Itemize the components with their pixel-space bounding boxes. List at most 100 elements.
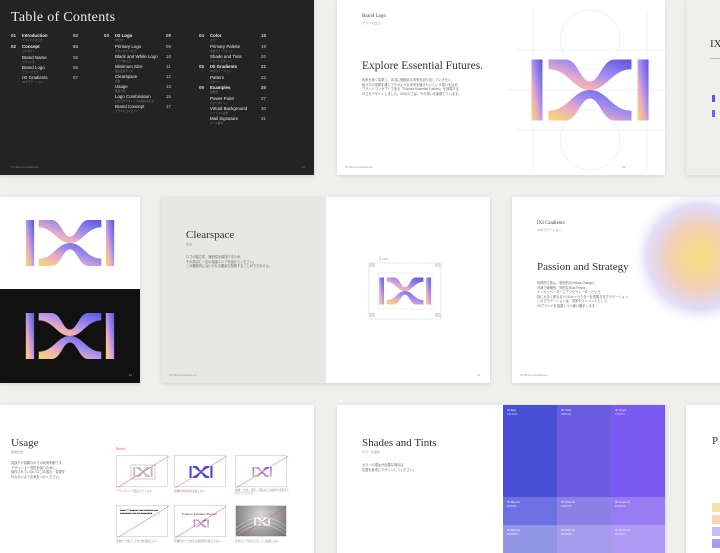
toc-entry-page: 21 [261, 64, 266, 69]
toc-entry[interactable]: 06 Examples 使用例 26 [199, 85, 269, 96]
toc-entry-sub: コンセプト [22, 49, 35, 53]
toc-entry[interactable]: Primary Palette 主要カラーパレット 19 [199, 44, 269, 54]
body-line: この範囲内にはいかなる要素も配置することができません。 [186, 264, 272, 269]
toc-entry[interactable]: Clearspace 余白 12 [104, 74, 178, 84]
logo-on-white [0, 197, 140, 289]
heading-sub: 余白 [186, 242, 193, 246]
usage-example-photo [235, 505, 287, 537]
toc-entry[interactable]: Logo Combination ロゴとグラフィックの組み合わせ 15 [104, 94, 178, 104]
toc-entry-page: 30 [261, 106, 266, 111]
heading-sub: 使用方法 [11, 450, 24, 454]
toc-entry[interactable]: Power Point パワーポイント 27 [199, 96, 269, 106]
body-text: 情熱的で熱心、現代的なYellow-Orangeと 冷静で戦略的、知的なBlue… [537, 281, 687, 309]
toc-entry-page: 22 [261, 75, 266, 80]
toc-entry-sub: ブランドの考え方 [22, 38, 43, 42]
usage-example-inline-text: ■■■■ IXI ■■■■■■ ■■■ ■■■■■■ ■■■ ■■■■■■■■ … [116, 505, 169, 538]
footer-left: IXI Brand Guidelines [11, 165, 39, 169]
toc-entry[interactable]: IXI Gradients IXIグラデーション 07 [11, 75, 81, 85]
partial-page-right-top: IXI [686, 0, 720, 175]
color-chip [712, 515, 720, 524]
toc-entry[interactable]: Black and White Logo モノクロロゴ 10 [104, 54, 178, 64]
toc-entry-number: 02 [11, 44, 16, 49]
body-line: ロゴをデザインしました。IXIのロゴは、その想いを象徴しています。 [362, 91, 462, 96]
caption: 画像内の上で文字の視認性を落とさない [174, 540, 221, 543]
toc-entry-sub: モノクロロゴ [115, 59, 131, 63]
swatch-code: #4A4FD8 [507, 413, 518, 416]
body-line: 行わないようお気をつけください。 [11, 474, 62, 479]
caption: アウトラインで囲んだりしない [116, 490, 153, 493]
page-heading: Shades and Tints [362, 437, 437, 449]
tint-violet-60: IXI Violet 60 #A69CEB [557, 497, 611, 525]
swatch-name: IXI Purple 60 [615, 501, 630, 504]
color-chip [712, 95, 715, 102]
toc-entry-sub: ロゴとグラフィックの組み合わせ [115, 99, 154, 103]
toc-entry-page: 04 [73, 44, 78, 49]
color-chip [712, 503, 720, 512]
brand-logo-page: Brand Logo ブランドロゴ Explore Essential Futu… [337, 0, 665, 175]
caption: 破損、分割、変形、回転などの操作や変形をしないでください [235, 489, 290, 496]
toc-entry-sub: バーチャル背景 [210, 111, 229, 115]
toc-entry[interactable]: Brand Concept ブランドコンセプト 17 [104, 104, 178, 114]
color-chip [712, 110, 715, 117]
toc-entry-sub: カラー [210, 38, 218, 42]
toc-entry[interactable]: Pattern パターン 22 [199, 75, 269, 85]
toc-entry-sub: メール署名 [210, 121, 223, 125]
body-text: カラーの濃淡が必要な場合は 右図を参考にデザインしてください。 [362, 463, 482, 472]
caption: 画像化や比率を変更しない [174, 490, 206, 493]
toc-entry[interactable]: 05 IXI Gradients IXIグラデーション 21 [199, 64, 269, 75]
swatch-code: #7A5AF0 [615, 413, 625, 416]
toc-entry-number: 03 [104, 33, 109, 38]
toc-entry[interactable]: Brand Name ブランド名 05 [11, 55, 81, 65]
page-heading: Explore Essential Futures. [362, 60, 484, 72]
footer-left: IXI Brand Guidelines [169, 373, 197, 377]
usage-page: Usage 使用方法 見誤りや誤解なのでの利用判断です。 デザイン上一貫性を保つ… [0, 405, 314, 553]
toc-page: Table of Contents 01 Introduction ブランドの考え方… [0, 0, 314, 175]
clearspace-diagram: 1/2X [368, 256, 442, 320]
toc-entry-sub: ブランド名 [22, 60, 35, 64]
toc-entry[interactable]: 03 IXI Logo IXIロゴ 08 [104, 33, 178, 44]
logo-construction-diagram [507, 10, 665, 170]
swatch-blue: IXI Blue #4A4FD8 [503, 405, 557, 497]
tint-blue-20: IXI Blue 20 #C9CBF4 [503, 525, 557, 553]
toc-entry[interactable]: Usage 使用方法 13 [104, 84, 178, 94]
page-heading: Clearspace [186, 229, 235, 241]
partial-page-right-bottom: P [686, 405, 720, 553]
toc-entry[interactable]: 01 Introduction ブランドの考え方 03 [11, 33, 81, 44]
toc-entry-page: 27 [261, 96, 266, 101]
toc-entry-sub: 使用方法 [115, 89, 126, 93]
swatch-name: IXI Violet 20 [561, 529, 575, 532]
toc-entry-page: 19 [261, 44, 266, 49]
swatch-name: IXI Blue 60 [507, 501, 520, 504]
swatch-name: IXI Blue 20 [507, 529, 520, 532]
toc-entry[interactable]: Minimum Size 最小表示サイズ 11 [104, 64, 178, 74]
footer-left: IXI Brand Guidelines [520, 373, 548, 377]
toc-column-3: 04 Color カラー 18 Primary Palette 主要カラーパレット 19 Sh… [199, 33, 269, 126]
toc-entry-page: 20 [261, 54, 266, 59]
toc-entry[interactable]: Virtual Background バーチャル背景 30 [199, 106, 269, 116]
swatch-name: IXI Purple 20 [615, 529, 630, 532]
toc-entry-page: 17 [166, 104, 171, 109]
toc-entry-sub: IXIグラデーション [210, 69, 232, 73]
body-text: ロゴの独立性、識別性を保持するため、 その周辺に一定の保護エリアを設けてください… [186, 255, 316, 269]
toc-entry[interactable]: Brand Logo ブランドロゴ 06 [11, 65, 81, 75]
section-sub: IXIグラデーション [537, 228, 562, 232]
toc-entry-page: 03 [73, 33, 78, 38]
toc-entry-sub: IXIグラデーション [22, 80, 44, 84]
toc-column-2: 03 IXI Logo IXIロゴ 08 Primary Logo プライマリーロゴ 09 B… [104, 33, 178, 114]
toc-entry[interactable]: Shade and Tints シェードとティント 20 [199, 54, 269, 64]
swatch-code: #D7CDFA [615, 533, 626, 536]
toc-entry-page: 06 [73, 65, 78, 70]
usage-example-image: Explore Essential Futures [174, 505, 227, 538]
toc-entry[interactable]: Mail Signature メール署名 31 [199, 116, 269, 126]
toc-entry-page: 15 [166, 94, 171, 99]
usage-example-ratio [174, 455, 227, 488]
toc-entry-page: 13 [166, 84, 171, 89]
toc-entry[interactable]: 04 Color カラー 18 [199, 33, 269, 44]
toc-entry-sub: 最小表示サイズ [115, 69, 134, 73]
tint-blue-60: IXI Blue 60 #9396E6 [503, 497, 557, 525]
swatch-code: #C9CBF4 [507, 533, 518, 536]
toc-entry-number: 04 [199, 33, 204, 38]
toc-entry[interactable]: Primary Logo プライマリーロゴ 09 [104, 44, 178, 54]
toc-entry[interactable]: 02 Concept コンセプト 04 [11, 44, 81, 55]
toc-entry-sub: 使用例 [210, 90, 218, 94]
